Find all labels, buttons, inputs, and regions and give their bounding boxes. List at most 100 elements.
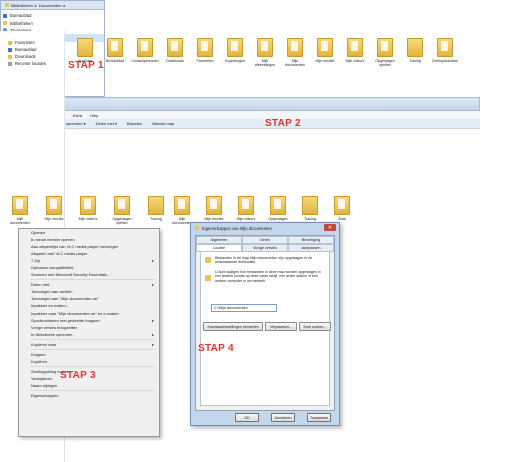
context-menu-item-label: Eigenschappen [31, 393, 59, 398]
folder-item[interactable]: Mijn documenten [283, 38, 307, 67]
folder-item[interactable]: Zoek [330, 196, 354, 225]
folder-item[interactable]: Bureaublad [103, 38, 127, 67]
folder-icon [407, 38, 423, 57]
address-bar[interactable]: ▸ Ruud ▸ [0, 97, 480, 111]
folder-icon [167, 38, 183, 57]
context-menu-item-label: Vorige versies terugzetten [31, 324, 78, 330]
folder-item[interactable]: Downloads [163, 38, 187, 67]
tab-delen[interactable]: Delen [242, 236, 288, 244]
context-menu-item[interactable]: In nieuw venster openen [19, 236, 159, 243]
folder-item[interactable]: Mijn afbeeldingen [253, 38, 277, 67]
folder-item[interactable]: Mijn video's [76, 196, 100, 225]
context-menu-item[interactable]: Naam wijzigen [19, 382, 159, 389]
nav-item-bibliotheken[interactable]: Bibliotheken [3, 19, 104, 26]
folder-item[interactable]: Opgeslagen spellen [110, 196, 134, 225]
folder-icon [197, 38, 213, 57]
context-menu-item-label: Toevoegen aan archief... [31, 289, 75, 295]
context-menu-item[interactable]: 7-Zip ▸ [19, 257, 159, 264]
folder-item[interactable]: Opgeslagen spellen [373, 38, 397, 67]
downloads-icon [8, 54, 12, 59]
context-menu-item[interactable]: Synchroniseren met gedeelde mappen ▸ [19, 317, 159, 324]
restore-default-button[interactable]: Standaardinstellingen herstellen [203, 322, 263, 331]
context-menu-item[interactable]: Delen met ▸ [19, 281, 159, 288]
location-path-input[interactable]: C:\Mijn documenten [211, 304, 277, 312]
step-2-label: STAP 2 [265, 118, 301, 129]
cancel-button[interactable]: Annuleren [271, 413, 295, 422]
folder-item[interactable]: Tracing [298, 196, 322, 225]
address-bar[interactable]: Bibliotheken ▸ Documenten ▸ [1, 1, 104, 10]
menu-extra[interactable]: Extra [73, 113, 82, 118]
context-menu-item[interactable]: Toevoegen aan archief... [19, 288, 159, 295]
folder-item[interactable]: Mijn video's [343, 38, 367, 67]
folder-item[interactable]: AppData [73, 38, 97, 67]
apply-button[interactable]: Toepassen [307, 413, 331, 422]
folder-icon [12, 196, 28, 215]
share-with-button[interactable]: Delen met ▾ [96, 121, 117, 126]
folder-icon [302, 196, 318, 215]
stap4-folder-row: Mijn documenten Mijn muziek Mijn video's… [170, 196, 354, 225]
context-menu-item-label: In nieuw venster openen [31, 237, 75, 243]
folder-item[interactable]: Mijn muziek [202, 196, 226, 225]
submenu-arrow-icon: ▸ [151, 317, 154, 323]
folder-icon [195, 226, 199, 230]
context-menu-item[interactable]: Inpakken en mailen... [19, 302, 159, 309]
new-folder-button[interactable]: Nieuwe map [152, 121, 174, 126]
context-menu-item[interactable]: Knippen [19, 351, 159, 358]
folder-item[interactable]: Tracing [144, 196, 168, 225]
tab-algemeen[interactable]: Algemeen [196, 236, 242, 244]
context-menu-item[interactable]: Oplossen compatibiliteit [19, 264, 159, 271]
context-menu-item[interactable]: In bibliotheek opnemen ▸ [19, 331, 159, 338]
menu-separator [31, 389, 155, 391]
context-menu-item[interactable]: Openen [19, 229, 159, 236]
context-menu-item[interactable]: Aan afspeellijst van VLC media player to… [19, 243, 159, 250]
nav-bureaublad[interactable]: Bureaublad [0, 46, 64, 53]
move-button[interactable]: Verplaatsen... [265, 322, 297, 331]
folder-item-mijn-documenten[interactable]: Mijn documenten [8, 196, 32, 225]
context-menu-item-label: Inpakken en mailen... [31, 303, 70, 309]
menu-separator [31, 365, 155, 367]
folder-item-mijn-documenten[interactable]: Mijn documenten [170, 196, 194, 225]
tab-beveiliging[interactable]: Beveiliging [288, 236, 334, 244]
properties-dialog: Eigenschappen van Mijn documenten ✕ Alge… [190, 222, 340, 426]
folder-item[interactable]: Favorieten [193, 38, 217, 67]
context-menu-item[interactable]: Vorige versies terugzetten [19, 324, 159, 331]
nav-favorieten[interactable]: Favorieten [0, 39, 64, 46]
context-menu-item[interactable]: Toevoegen aan "Mijn documenten.rar" [19, 295, 159, 302]
address-segment[interactable]: Documenten [39, 3, 62, 8]
context-menu-item[interactable]: Scannen met Microsoft Security Essential… [19, 271, 159, 278]
nav-downloads[interactable]: Downloads [0, 53, 64, 60]
folder-item[interactable]: Mijn muziek [42, 196, 66, 225]
folder-item[interactable]: Mijn muziek [313, 38, 337, 67]
desktop-icon [8, 47, 12, 52]
find-target-button[interactable]: Doel zoeken... [299, 322, 331, 331]
folder-item[interactable]: Opgeslagen spellen [266, 196, 290, 225]
folder-item[interactable]: Contactpersonen [131, 38, 159, 67]
location-help-text: U kunt wijzigen hoe bestanden in deze ma… [215, 269, 321, 283]
location-description: Bestanden in de map Mijn documenten zijn… [215, 256, 313, 265]
nav-item-bureaublad[interactable]: Bureaublad [3, 12, 104, 19]
nav-recente-locaties[interactable]: Recente locaties [0, 60, 64, 67]
folder-icon [205, 257, 211, 263]
folder-icon [174, 196, 190, 215]
folder-icon [205, 275, 211, 281]
folder-item[interactable]: Tracing [403, 38, 427, 67]
context-menu-item[interactable]: Inpakken naar "Mijn documenten.rar" en e… [19, 310, 159, 317]
close-icon[interactable]: ✕ [324, 224, 336, 231]
folder-item[interactable]: Koppelingen [223, 38, 247, 67]
folder-item[interactable]: Mijn video's [234, 196, 258, 225]
context-menu-item-label: Knippen [31, 351, 46, 357]
context-menu-item[interactable]: Kopiëren naar ▸ [19, 341, 159, 348]
burn-button[interactable]: Branden [127, 121, 142, 126]
folder-item[interactable]: Zoekopdrachten [432, 38, 458, 67]
context-menu-item[interactable]: Afspelen met VLC media player [19, 250, 159, 257]
folder-icon [287, 38, 303, 57]
stap2-explorer-window: ▸ Ruud ▸ Bestand Bewerken Beeld Extra He… [0, 31, 480, 462]
favorites-icon [8, 40, 12, 45]
menu-help[interactable]: Help [90, 113, 98, 118]
context-menu-item[interactable]: Eigenschappen [19, 392, 159, 399]
address-segment[interactable]: Bibliotheken [11, 3, 33, 8]
context-menu-item[interactable]: Kopiëren [19, 358, 159, 365]
menu-separator [31, 348, 155, 350]
ok-button[interactable]: OK [235, 413, 259, 422]
folder-icon [46, 196, 62, 215]
